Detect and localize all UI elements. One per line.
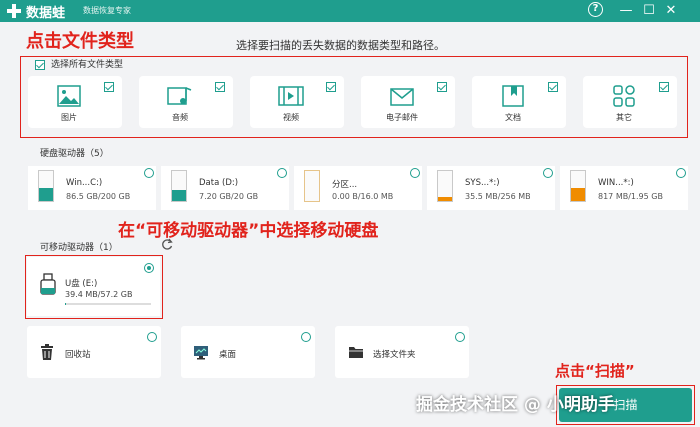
type-checkbox-other[interactable] — [659, 82, 669, 92]
location-radio[interactable] — [301, 332, 311, 342]
type-label-email: 电子邮件 — [386, 113, 418, 122]
app-name: 数据蛙 — [26, 6, 66, 21]
drive-name: WIN...*:) — [598, 178, 634, 188]
location-radio[interactable] — [147, 332, 157, 342]
email-icon — [390, 88, 414, 106]
drive-sys[interactable]: SYS...*:) 35.5 MB/256 MB — [427, 166, 555, 210]
location-desktop[interactable]: 桌面 — [181, 326, 315, 378]
type-checkbox-email[interactable] — [437, 82, 447, 92]
maximize-icon[interactable]: ☐ — [640, 2, 658, 20]
type-card-image[interactable]: 图片 — [28, 76, 122, 128]
annotation-step3: 点击“扫描” — [555, 362, 635, 380]
removable-drives-label: 可移动驱动器（1） — [40, 243, 118, 253]
type-label-image: 图片 — [61, 113, 77, 122]
drive-size: 86.5 GB/200 GB — [66, 192, 131, 201]
type-card-email[interactable]: 电子邮件 — [361, 76, 455, 128]
location-radio[interactable] — [455, 332, 465, 342]
recycle-bin-icon — [41, 344, 53, 360]
drive-name: Data (D:) — [199, 178, 239, 188]
drive-radio[interactable] — [144, 168, 154, 178]
other-icon — [613, 85, 635, 107]
minimize-icon[interactable]: — — [617, 2, 635, 20]
drive-size: 35.5 MB/256 MB — [465, 192, 531, 201]
location-label: 桌面 — [219, 350, 237, 360]
location-label: 回收站 — [65, 350, 91, 360]
type-card-video[interactable]: 视频 — [250, 76, 344, 128]
type-card-other[interactable]: 其它 — [583, 76, 677, 128]
drive-name: SYS...*:) — [465, 178, 500, 188]
hard-drives-panel: Win...C:) 86.5 GB/200 GB Data (D:) 7.20 … — [28, 144, 688, 214]
drive-radio[interactable] — [410, 168, 420, 178]
select-all-types[interactable]: 选择所有文件类型 — [35, 58, 123, 72]
file-type-list: 图片 音频 视频 电子邮件 文档 其它 — [28, 76, 683, 130]
app-subtitle: 数据恢复专家 — [83, 6, 131, 15]
type-checkbox-audio[interactable] — [215, 82, 225, 92]
drive-size: 817 MB/1.95 GB — [598, 192, 663, 201]
location-label: 选择文件夹 — [373, 350, 416, 360]
select-all-checkbox[interactable] — [35, 60, 45, 70]
type-label-audio: 音频 — [172, 113, 188, 122]
drive-radio[interactable] — [277, 168, 287, 178]
type-label-document: 文档 — [505, 113, 521, 122]
drive-icon — [570, 170, 586, 202]
drive-icon — [437, 170, 453, 202]
audio-icon — [167, 87, 192, 105]
type-label-video: 视频 — [283, 113, 299, 122]
instruction-text: 选择要扫描的丢失数据的数据类型和路径。 — [236, 39, 445, 52]
drive-d[interactable]: Data (D:) 7.20 GB/20 GB — [161, 166, 289, 210]
drive-size: 7.20 GB/20 GB — [199, 192, 259, 201]
desktop-icon — [194, 346, 208, 360]
annotation-step1: 点击文件类型 — [26, 31, 134, 52]
help-icon[interactable]: ? — [588, 2, 603, 17]
type-label-other: 其它 — [616, 113, 632, 122]
refresh-icon[interactable] — [160, 237, 174, 251]
watermark: 掘金技术社区 @ 小明助手 — [416, 395, 615, 415]
folder-icon — [349, 347, 363, 358]
drive-fill — [172, 190, 186, 201]
type-card-document[interactable]: 文档 — [472, 76, 566, 128]
type-checkbox-image[interactable] — [104, 82, 114, 92]
image-icon — [57, 85, 81, 107]
location-recycle-bin[interactable]: 回收站 — [27, 326, 161, 378]
highlight-usb-drive — [25, 255, 163, 319]
annotation-step2: 在“可移动驱动器”中选择移动硬盘 — [118, 221, 379, 241]
drive-win[interactable]: WIN...*:) 817 MB/1.95 GB — [560, 166, 688, 210]
logo-icon — [7, 4, 21, 18]
drive-fill — [438, 196, 452, 201]
drive-partition[interactable]: 分区... 0.00 B/16.0 MB — [294, 166, 422, 210]
drive-icon — [38, 170, 54, 202]
drive-radio[interactable] — [543, 168, 553, 178]
close-icon[interactable]: ✕ — [662, 2, 680, 20]
title-bar: 数据蛙 数据恢复专家 ? — ☐ ✕ — [0, 0, 700, 22]
drive-radio[interactable] — [676, 168, 686, 178]
drive-name: 分区... — [332, 180, 358, 190]
type-card-audio[interactable]: 音频 — [139, 76, 233, 128]
video-icon — [278, 86, 304, 106]
drive-size: 0.00 B/16.0 MB — [332, 192, 394, 201]
drive-c[interactable]: Win...C:) 86.5 GB/200 GB — [28, 166, 156, 210]
location-choose-folder[interactable]: 选择文件夹 — [335, 326, 469, 378]
type-checkbox-document[interactable] — [548, 82, 558, 92]
select-all-label: 选择所有文件类型 — [51, 60, 124, 70]
drive-icon — [304, 170, 320, 202]
drive-fill — [571, 188, 585, 201]
drive-fill — [39, 188, 53, 201]
drive-name: Win...C:) — [66, 178, 103, 188]
type-checkbox-video[interactable] — [326, 82, 336, 92]
document-icon — [502, 85, 524, 107]
drive-icon — [171, 170, 187, 202]
